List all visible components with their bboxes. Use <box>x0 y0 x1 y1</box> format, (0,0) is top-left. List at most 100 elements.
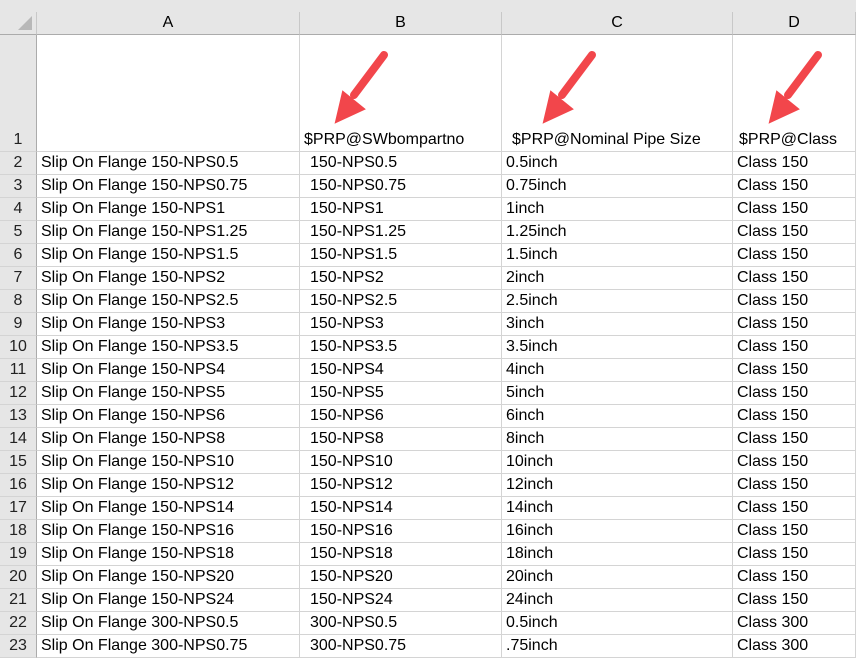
row-header[interactable]: 13 <box>0 405 37 428</box>
row-header[interactable]: 8 <box>0 290 37 313</box>
row-header[interactable]: 16 <box>0 474 37 497</box>
cell[interactable]: 150-NPS4 <box>300 359 502 382</box>
row-header[interactable]: 21 <box>0 589 37 612</box>
cell[interactable]: 20inch <box>502 566 733 589</box>
cell[interactable]: Slip On Flange 150-NPS12 <box>37 474 300 497</box>
cell[interactable]: 5inch <box>502 382 733 405</box>
cell[interactable]: 3inch <box>502 313 733 336</box>
row-header[interactable]: 5 <box>0 221 37 244</box>
cell[interactable]: Slip On Flange 150-NPS4 <box>37 359 300 382</box>
cell[interactable]: Slip On Flange 150-NPS18 <box>37 543 300 566</box>
row-header[interactable]: 11 <box>0 359 37 382</box>
cell[interactable]: 16inch <box>502 520 733 543</box>
cell[interactable]: 150-NPS1 <box>300 198 502 221</box>
row-header[interactable]: 23 <box>0 635 37 658</box>
cell[interactable]: Slip On Flange 300-NPS0.5 <box>37 612 300 635</box>
cell[interactable]: Slip On Flange 150-NPS24 <box>37 589 300 612</box>
cell[interactable]: Slip On Flange 150-NPS1 <box>37 198 300 221</box>
cell[interactable]: 6inch <box>502 405 733 428</box>
cell[interactable]: Class 150 <box>733 359 856 382</box>
cell[interactable]: 1inch <box>502 198 733 221</box>
cell[interactable]: Slip On Flange 150-NPS0.75 <box>37 175 300 198</box>
cell[interactable]: 10inch <box>502 451 733 474</box>
cell[interactable]: 150-NPS12 <box>300 474 502 497</box>
cell[interactable]: 24inch <box>502 589 733 612</box>
cell[interactable]: 0.5inch <box>502 612 733 635</box>
row-header[interactable]: 7 <box>0 267 37 290</box>
cell[interactable]: Slip On Flange 150-NPS2.5 <box>37 290 300 313</box>
cell[interactable]: Slip On Flange 150-NPS6 <box>37 405 300 428</box>
cell[interactable]: Slip On Flange 150-NPS8 <box>37 428 300 451</box>
cell[interactable]: 2inch <box>502 267 733 290</box>
row-header[interactable]: 15 <box>0 451 37 474</box>
cell[interactable]: Class 150 <box>733 244 856 267</box>
cell[interactable]: 150-NPS24 <box>300 589 502 612</box>
cell[interactable]: 150-NPS8 <box>300 428 502 451</box>
row-header[interactable]: 19 <box>0 543 37 566</box>
cell[interactable]: Class 150 <box>733 290 856 313</box>
cell[interactable]: Slip On Flange 150-NPS1.25 <box>37 221 300 244</box>
cell[interactable]: 150-NPS14 <box>300 497 502 520</box>
cell[interactable]: 150-NPS2.5 <box>300 290 502 313</box>
row-header[interactable]: 9 <box>0 313 37 336</box>
cell[interactable]: Class 150 <box>733 221 856 244</box>
cell[interactable]: Class 150 <box>733 566 856 589</box>
cell[interactable]: 8inch <box>502 428 733 451</box>
cell[interactable]: Class 150 <box>733 474 856 497</box>
cell[interactable]: 150-NPS5 <box>300 382 502 405</box>
cell[interactable]: Class 150 <box>733 497 856 520</box>
cell[interactable]: 150-NPS1.25 <box>300 221 502 244</box>
cell[interactable]: Class 150 <box>733 313 856 336</box>
cell[interactable]: 3.5inch <box>502 336 733 359</box>
row-header[interactable]: 4 <box>0 198 37 221</box>
cell[interactable]: Slip On Flange 150-NPS10 <box>37 451 300 474</box>
row-header[interactable]: 6 <box>0 244 37 267</box>
cell[interactable]: 4inch <box>502 359 733 382</box>
cell[interactable]: 12inch <box>502 474 733 497</box>
row-header[interactable]: 17 <box>0 497 37 520</box>
cell[interactable]: 1.5inch <box>502 244 733 267</box>
row-header[interactable]: 20 <box>0 566 37 589</box>
cell[interactable]: Class 150 <box>733 520 856 543</box>
cell[interactable]: 0.75inch <box>502 175 733 198</box>
cell[interactable]: 150-NPS3.5 <box>300 336 502 359</box>
cell[interactable]: Slip On Flange 150-NPS16 <box>37 520 300 543</box>
row-header[interactable]: 12 <box>0 382 37 405</box>
cell[interactable]: Slip On Flange 150-NPS3 <box>37 313 300 336</box>
cell[interactable]: Class 150 <box>733 175 856 198</box>
cell[interactable]: 150-NPS2 <box>300 267 502 290</box>
row-header[interactable]: 10 <box>0 336 37 359</box>
cell[interactable]: Slip On Flange 150-NPS1.5 <box>37 244 300 267</box>
cell[interactable]: 150-NPS3 <box>300 313 502 336</box>
cell[interactable]: .75inch <box>502 635 733 658</box>
cell[interactable]: 150-NPS18 <box>300 543 502 566</box>
cell[interactable]: 150-NPS20 <box>300 566 502 589</box>
row-header[interactable]: 18 <box>0 520 37 543</box>
cell[interactable]: 14inch <box>502 497 733 520</box>
cell[interactable]: 1.25inch <box>502 221 733 244</box>
row-header[interactable]: 14 <box>0 428 37 451</box>
cell[interactable]: Slip On Flange 150-NPS3.5 <box>37 336 300 359</box>
cell[interactable]: Class 150 <box>733 451 856 474</box>
cell[interactable]: Class 150 <box>733 405 856 428</box>
cell[interactable]: Class 150 <box>733 543 856 566</box>
cell[interactable]: Slip On Flange 150-NPS14 <box>37 497 300 520</box>
cell[interactable]: Class 150 <box>733 198 856 221</box>
cell[interactable]: 300-NPS0.5 <box>300 612 502 635</box>
cell[interactable]: 150-NPS0.75 <box>300 175 502 198</box>
cell[interactable]: Slip On Flange 150-NPS20 <box>37 566 300 589</box>
cell[interactable]: 300-NPS0.75 <box>300 635 502 658</box>
cell[interactable]: 150-NPS6 <box>300 405 502 428</box>
cell[interactable]: Class 300 <box>733 612 856 635</box>
cell[interactable]: 150-NPS16 <box>300 520 502 543</box>
cell[interactable]: Slip On Flange 300-NPS0.75 <box>37 635 300 658</box>
cell[interactable]: Class 150 <box>733 428 856 451</box>
cell[interactable]: Class 150 <box>733 382 856 405</box>
cell[interactable]: Class 150 <box>733 589 856 612</box>
cell[interactable]: Class 150 <box>733 336 856 359</box>
cell[interactable]: Class 300 <box>733 635 856 658</box>
cell[interactable]: 2.5inch <box>502 290 733 313</box>
cell[interactable]: Class 150 <box>733 267 856 290</box>
cell[interactable]: 150-NPS1.5 <box>300 244 502 267</box>
cell[interactable]: 18inch <box>502 543 733 566</box>
